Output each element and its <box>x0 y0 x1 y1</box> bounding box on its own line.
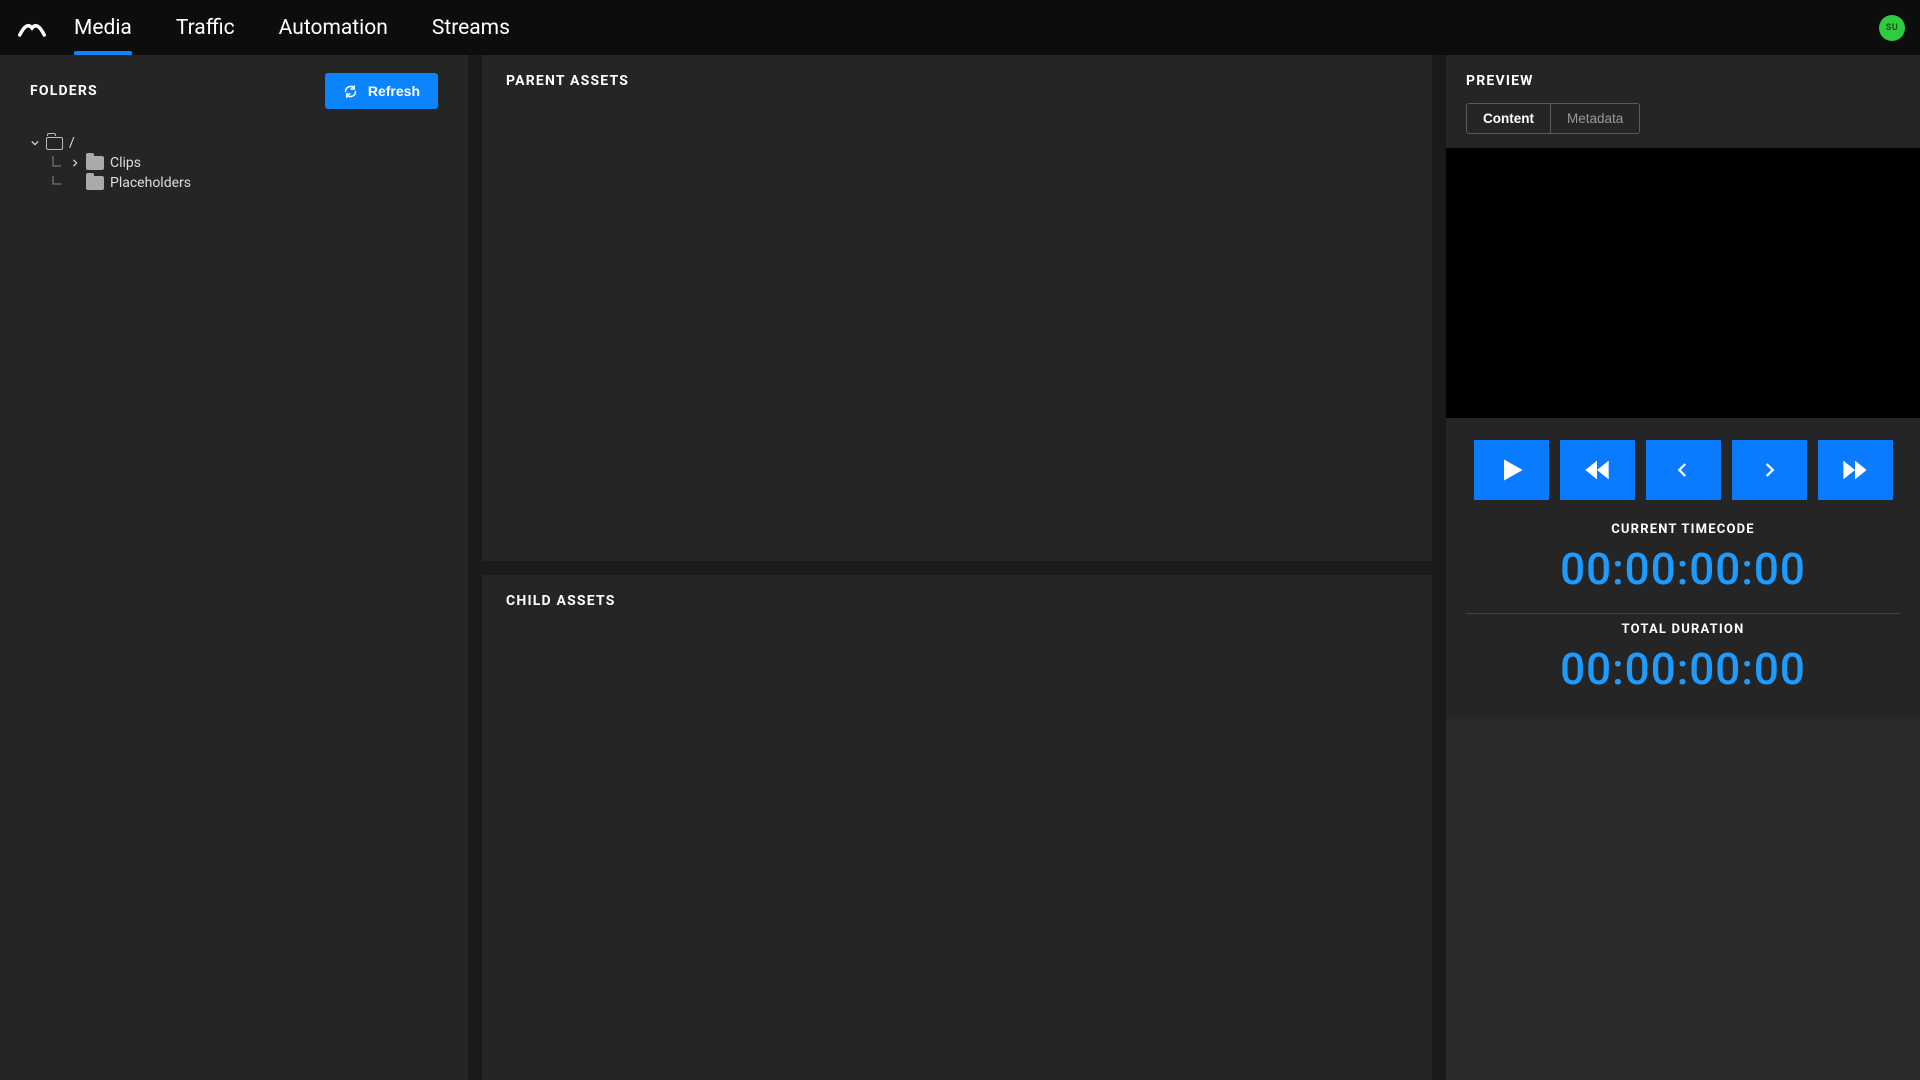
folder-open-icon <box>46 137 63 150</box>
folder-root-label: / <box>69 135 75 151</box>
chevron-left-icon <box>1674 461 1692 479</box>
preview-panel: PREVIEW Content Metadata <box>1446 55 1920 1080</box>
current-timecode-value: 00:00:00:00 <box>1466 543 1900 595</box>
chevron-right-icon <box>1760 461 1778 479</box>
rewind-button[interactable] <box>1560 440 1635 500</box>
folder-clips[interactable]: Clips <box>50 153 438 173</box>
refresh-icon <box>343 84 358 99</box>
refresh-label: Refresh <box>368 83 420 99</box>
preview-tab-content[interactable]: Content <box>1467 104 1550 133</box>
folder-placeholders[interactable]: Placeholders <box>50 173 438 193</box>
top-nav: Media Traffic Automation Streams SU <box>0 0 1920 55</box>
parent-assets-panel: PARENT ASSETS <box>482 55 1432 561</box>
nav-tab-automation[interactable]: Automation <box>279 0 388 55</box>
rewind-icon <box>1583 456 1611 484</box>
tree-connector-icon <box>50 156 64 170</box>
parent-assets-title: PARENT ASSETS <box>506 73 1408 89</box>
total-duration-value: 00:00:00:00 <box>1466 643 1900 695</box>
folders-title: FOLDERS <box>30 83 98 99</box>
timecode-divider <box>1466 613 1900 614</box>
current-timecode-label: CURRENT TIMECODE <box>1466 522 1900 537</box>
nav-tab-media[interactable]: Media <box>74 0 132 55</box>
step-forward-button[interactable] <box>1732 440 1807 500</box>
preview-empty-area <box>1446 719 1920 1080</box>
preview-tab-metadata[interactable]: Metadata <box>1550 104 1639 133</box>
folder-tree: / Clips <box>30 133 438 193</box>
caret-down-icon[interactable] <box>30 138 40 148</box>
preview-tab-group: Content Metadata <box>1466 103 1640 134</box>
preview-title: PREVIEW <box>1466 73 1900 89</box>
total-duration-label: TOTAL DURATION <box>1466 622 1900 637</box>
fast-forward-icon <box>1841 456 1869 484</box>
play-icon <box>1497 456 1525 484</box>
folder-placeholders-label: Placeholders <box>110 175 191 191</box>
app-logo[interactable] <box>18 14 46 42</box>
step-back-button[interactable] <box>1646 440 1721 500</box>
fast-forward-button[interactable] <box>1818 440 1893 500</box>
tree-connector-end-icon <box>50 176 64 190</box>
nav-tab-traffic[interactable]: Traffic <box>176 0 235 55</box>
refresh-button[interactable]: Refresh <box>325 73 438 109</box>
folder-clips-label: Clips <box>110 155 141 171</box>
folder-root[interactable]: / <box>30 133 438 153</box>
current-timecode-block: CURRENT TIMECODE 00:00:00:00 <box>1446 518 1920 609</box>
transport-controls <box>1446 418 1920 518</box>
play-button[interactable] <box>1474 440 1549 500</box>
user-avatar[interactable]: SU <box>1879 15 1905 41</box>
nav-tabs: Media Traffic Automation Streams <box>74 0 510 55</box>
folders-panel: FOLDERS Refresh / <box>0 55 468 1080</box>
child-assets-panel: CHILD ASSETS <box>482 575 1432 1080</box>
nav-tab-streams[interactable]: Streams <box>432 0 510 55</box>
main-layout: FOLDERS Refresh / <box>0 55 1920 1080</box>
video-preview[interactable] <box>1446 148 1920 418</box>
folder-icon <box>86 156 104 170</box>
center-column: PARENT ASSETS CHILD ASSETS <box>482 55 1432 1080</box>
total-duration-block: TOTAL DURATION 00:00:00:00 <box>1446 618 1920 709</box>
folder-icon <box>86 176 104 190</box>
caret-right-icon[interactable] <box>70 158 80 168</box>
child-assets-title: CHILD ASSETS <box>506 593 1408 609</box>
